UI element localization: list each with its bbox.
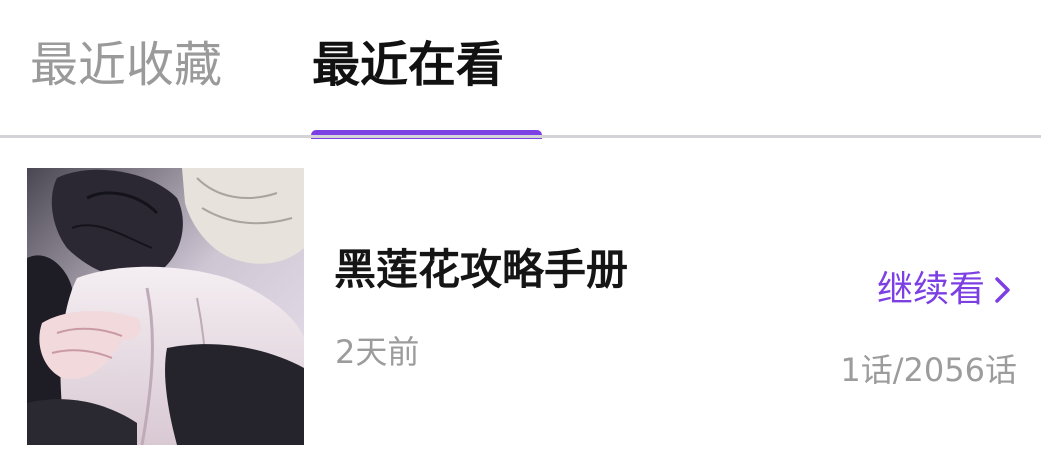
continue-reading-button[interactable]: 继续看 bbox=[877, 268, 1013, 312]
tab-recent-favorites[interactable]: 最近收藏 bbox=[30, 30, 222, 100]
cover-illustration bbox=[27, 168, 304, 445]
chevron-right-icon bbox=[995, 277, 1010, 303]
continue-reading-label: 继续看 bbox=[876, 269, 985, 310]
comic-title: 黑莲花攻略手册 bbox=[334, 245, 629, 294]
tab-recently-watched[interactable]: 最近在看 bbox=[312, 30, 504, 100]
last-read-time: 2天前 bbox=[335, 333, 420, 371]
list-item[interactable]: 黑莲花攻略手册 2天前 继续看 1话/2056话 bbox=[0, 140, 1041, 472]
tab-divider bbox=[0, 135, 1041, 138]
episode-progress: 1话/2056话 bbox=[840, 351, 1017, 389]
tab-bar: 最近收藏 最近在看 bbox=[0, 0, 1041, 139]
comic-cover-image[interactable] bbox=[27, 168, 304, 445]
